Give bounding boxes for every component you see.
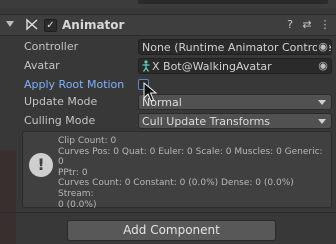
avatar-asset-icon: [141, 60, 151, 73]
help-icon[interactable]: ?: [283, 18, 297, 32]
previous-component-edge: [0, 0, 336, 8]
avatar-value: X Bot@WalkingAvatar: [152, 60, 272, 73]
info-line: Curves Count: 0 Constant: 0 (0.0%) Dense…: [58, 178, 294, 199]
add-component-button[interactable]: Add Component: [67, 220, 276, 241]
foldout-arrow-icon[interactable]: [6, 21, 14, 27]
update-mode-label: Update Mode: [24, 95, 98, 108]
clip-info-text: Clip Count: 0 Curves Pos: 0 Quat: 0 Eule…: [58, 136, 330, 210]
warning-icon: !: [29, 153, 53, 177]
culling-mode-row: Culling Mode Cull Update Transforms: [0, 112, 336, 130]
preset-icon[interactable]: ⇄: [300, 18, 314, 32]
previous-field: [138, 0, 328, 4]
component-title: Animator: [62, 18, 125, 32]
avatar-field[interactable]: X Bot@WalkingAvatar ◉: [138, 58, 332, 74]
component-enabled-checkbox[interactable]: ✓: [44, 19, 57, 32]
background-edge: [0, 150, 16, 244]
info-line: PPtr: 0: [58, 167, 88, 178]
culling-mode-value: Cull Update Transforms: [142, 115, 271, 128]
object-picker-icon[interactable]: ◉: [317, 41, 329, 53]
dropdown-arrow-icon: [318, 100, 326, 105]
culling-mode-label: Culling Mode: [24, 114, 96, 127]
update-mode-row: Update Mode Normal: [0, 93, 336, 111]
info-line: Curves Pos: 0 Quat: 0 Euler: 0 Scale: 0 …: [58, 146, 323, 168]
update-mode-dropdown[interactable]: Normal: [138, 94, 332, 110]
avatar-row: Avatar X Bot@WalkingAvatar ◉: [0, 57, 336, 75]
mouse-cursor-icon: [143, 81, 158, 105]
avatar-label: Avatar: [24, 59, 60, 72]
info-line: Clip Count: 0: [58, 136, 117, 146]
controller-row: Controller None (Runtime Animator Contro…: [0, 38, 336, 56]
culling-mode-dropdown[interactable]: Cull Update Transforms: [138, 113, 332, 129]
animator-component-icon: [26, 18, 38, 31]
context-menu-icon[interactable]: ⋮: [318, 18, 332, 32]
clip-info-box: ! Clip Count: 0 Curves Pos: 0 Quat: 0 Eu…: [22, 131, 332, 210]
animator-component-header[interactable]: ✓ Animator ? ⇄ ⋮: [0, 14, 336, 36]
object-picker-icon[interactable]: ◉: [317, 60, 329, 72]
apply-root-motion-row: Apply Root Motion: [0, 76, 336, 94]
controller-label: Controller: [24, 40, 79, 53]
apply-root-motion-label: Apply Root Motion: [24, 78, 125, 91]
dropdown-arrow-icon: [318, 119, 326, 124]
section-divider: [0, 212, 336, 213]
controller-field[interactable]: None (Runtime Animator Controlle ◉: [138, 39, 332, 55]
controller-value: None (Runtime Animator Controlle: [142, 41, 332, 54]
info-line: 0 (0.0%): [58, 199, 97, 210]
